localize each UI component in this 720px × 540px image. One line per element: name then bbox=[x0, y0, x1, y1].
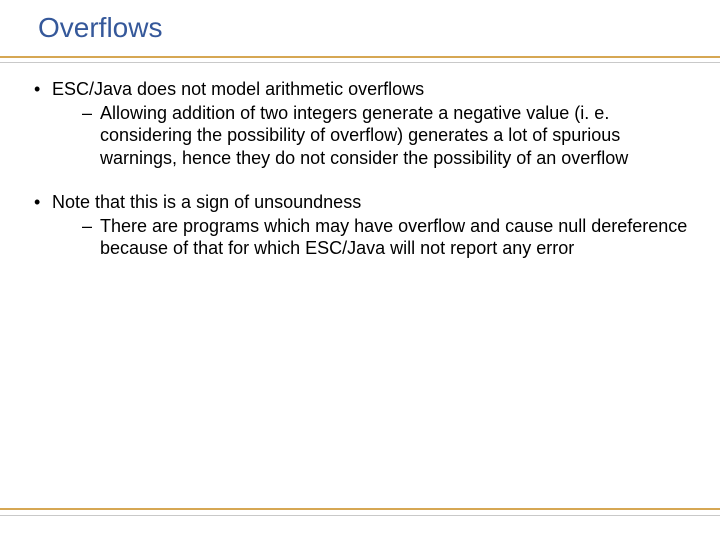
bullet-level2: There are programs which may have overfl… bbox=[52, 215, 690, 260]
divider-top-thin bbox=[0, 62, 720, 63]
bullet-text: There are programs which may have overfl… bbox=[100, 216, 687, 259]
divider-bottom-thin bbox=[0, 515, 720, 516]
bullet-text: Allowing addition of two integers genera… bbox=[100, 103, 628, 168]
divider-top-accent bbox=[0, 56, 720, 58]
divider-bottom-accent bbox=[0, 508, 720, 510]
bullet-text: ESC/Java does not model arithmetic overf… bbox=[52, 79, 424, 99]
bullet-level1: Note that this is a sign of unsoundness … bbox=[30, 191, 690, 260]
slide-body: ESC/Java does not model arithmetic overf… bbox=[30, 78, 690, 282]
slide-title: Overflows bbox=[38, 12, 162, 44]
bullet-level1: ESC/Java does not model arithmetic overf… bbox=[30, 78, 690, 169]
bullet-text: Note that this is a sign of unsoundness bbox=[52, 192, 361, 212]
slide: Overflows ESC/Java does not model arithm… bbox=[0, 0, 720, 540]
bullet-level2: Allowing addition of two integers genera… bbox=[52, 102, 690, 170]
